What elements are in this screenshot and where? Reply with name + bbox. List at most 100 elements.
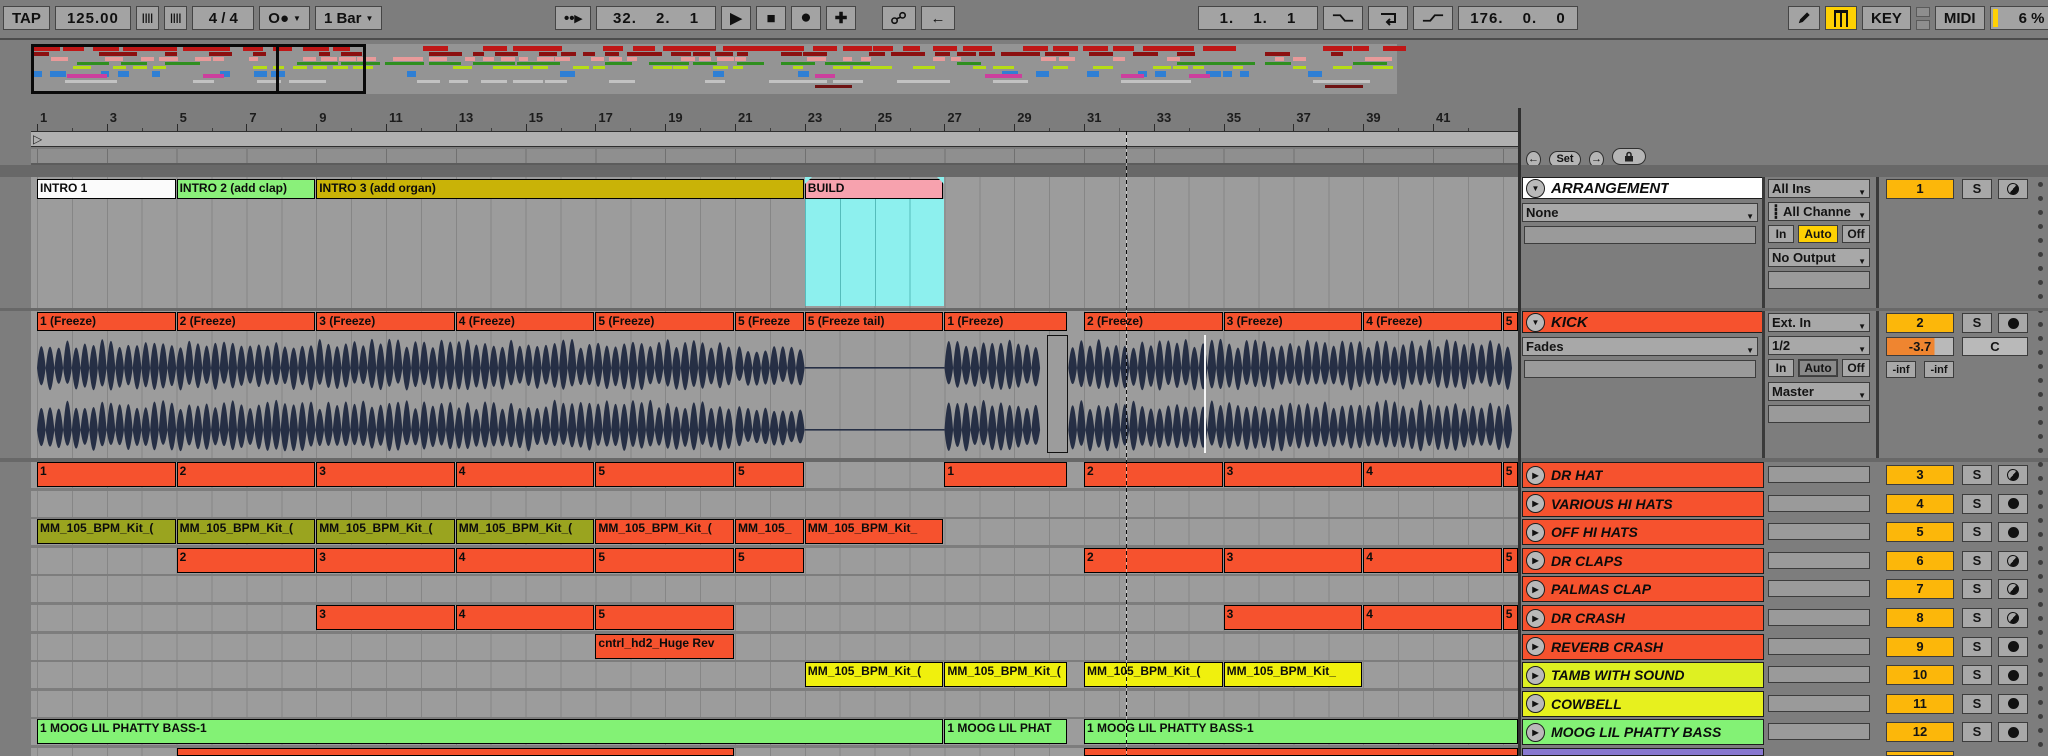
track-lane-off-hi-hats[interactable]: MM_105_BPM_Kit_(MM_105_BPM_Kit_(MM_105_B… <box>31 519 1518 546</box>
clip[interactable]: 3 <box>316 605 455 630</box>
clip[interactable]: BUILD <box>804 179 944 199</box>
arm-button[interactable] <box>1998 550 2028 571</box>
track-lane-various-hi-hats[interactable] <box>31 490 1518 517</box>
nudge-up-button[interactable]: |||| <box>164 6 188 30</box>
track-number[interactable]: 4 <box>1886 493 1954 514</box>
solo-button[interactable]: S <box>1962 722 1992 743</box>
selection-handle-left[interactable] <box>804 177 812 184</box>
track-number[interactable]: 10 <box>1886 665 1954 686</box>
monitor-auto-button[interactable]: Auto <box>1798 225 1838 243</box>
output-type-chooser[interactable]: No Output ▼ <box>1768 248 1870 267</box>
follow-button[interactable]: ••▸ <box>555 6 592 30</box>
track-number[interactable]: 3 <box>1886 465 1954 485</box>
track-number[interactable]: 2 <box>1886 313 1954 333</box>
track-name-palmas-clap[interactable]: ▶ PALMAS CLAP <box>1522 576 1764 603</box>
clip[interactable]: 5 <box>1502 605 1518 630</box>
clip[interactable]: 5 (Freeze tail) <box>804 312 944 331</box>
overview-view-box[interactable] <box>31 44 279 94</box>
track-name-tamb-with-sound[interactable]: ▶ TAMB WITH SOUND <box>1522 662 1764 689</box>
playhead[interactable] <box>1126 131 1127 756</box>
track-name-kick[interactable]: ▼ KICK <box>1522 311 1764 333</box>
resize-dot[interactable] <box>2038 210 2043 215</box>
monitor-auto-button[interactable]: Auto <box>1798 359 1838 377</box>
fold-right-icon[interactable]: ▶ <box>1526 665 1545 685</box>
pan-field[interactable]: C <box>1962 337 2028 356</box>
clip[interactable]: 5 <box>595 462 734 487</box>
clip[interactable]: 2 <box>176 547 316 573</box>
clip[interactable]: 5 <box>1502 547 1518 573</box>
resize-dot[interactable] <box>2038 616 2043 621</box>
resize-dot[interactable] <box>2038 560 2043 565</box>
clip[interactable]: MM_105_BPM_Kit_ <box>804 519 944 545</box>
track-number[interactable]: 8 <box>1886 608 1954 628</box>
output-type-chooser[interactable]: Master ▼ <box>1768 382 1870 401</box>
clip[interactable]: 1 <box>944 462 1068 487</box>
resize-dot[interactable] <box>2038 294 2043 299</box>
clip[interactable]: MM_105_ <box>735 519 804 545</box>
clip[interactable]: 4 <box>1363 547 1502 573</box>
overview-view-box-2[interactable] <box>276 44 366 94</box>
solo-button[interactable]: S <box>1962 636 1992 657</box>
clip[interactable]: MM_105_BPM_Kit_( <box>176 519 316 545</box>
fold-right-icon[interactable]: ▶ <box>1526 694 1545 714</box>
arm-button[interactable] <box>1998 636 2028 657</box>
tap-tempo-button[interactable]: TAP <box>3 6 50 30</box>
resize-dot[interactable] <box>2038 518 2043 523</box>
clip[interactable]: MM_105_BPM_Kit_( <box>944 662 1068 688</box>
clip[interactable]: 4 <box>455 605 595 630</box>
quantization-menu[interactable]: 1 Bar ▼ <box>314 6 383 30</box>
track-number[interactable]: 5 <box>1886 522 1954 543</box>
clip[interactable]: 3 <box>316 547 455 573</box>
clip[interactable]: 4 <box>1363 462 1502 487</box>
punch-out-button[interactable] <box>1413 6 1453 30</box>
track-name-various-hi-hats[interactable]: ▶ VARIOUS HI HATS <box>1522 490 1764 517</box>
resize-dot[interactable] <box>2038 672 2043 677</box>
clip[interactable]: INTRO 2 (add clap) <box>176 179 316 199</box>
clip[interactable]: cntrl_hd2_Huge Rev <box>595 633 734 659</box>
metronome-button[interactable]: O● ▼ <box>259 6 310 30</box>
arrangement-start-marker[interactable]: ▷ <box>33 132 42 146</box>
arm-button[interactable] <box>1998 665 2028 686</box>
arm-button[interactable] <box>1998 179 2028 199</box>
resize-dot[interactable] <box>2038 588 2043 593</box>
clip[interactable]: 2 (Freeze) <box>1084 312 1223 331</box>
fold-right-icon[interactable]: ▶ <box>1526 637 1545 657</box>
clip[interactable]: 2 <box>176 462 316 487</box>
track-name-moog-lil-phatty-bass[interactable]: ▶ MOOG LIL PHATTY BASS <box>1522 719 1764 746</box>
solo-button[interactable]: S <box>1962 693 1992 714</box>
solo-button[interactable]: S <box>1962 608 1992 628</box>
resize-dot[interactable] <box>2038 462 2043 467</box>
arm-button[interactable] <box>1998 493 2028 514</box>
monitor-off-button[interactable]: Off <box>1842 359 1870 377</box>
resize-dot[interactable] <box>2038 742 2043 747</box>
resize-dot[interactable] <box>2038 714 2043 719</box>
resize-dot[interactable] <box>2038 504 2043 509</box>
track-lane-kick[interactable]: 1 (Freeze) 2 (Freeze) 3 (Freeze) 4 (Freeze)… <box>31 311 1518 458</box>
monitor-in-button[interactable]: In <box>1768 225 1794 243</box>
fold-right-icon[interactable]: ▶ <box>1526 494 1545 514</box>
resize-dot[interactable] <box>2038 252 2043 257</box>
solo-button[interactable]: S <box>1962 179 1992 199</box>
device-chooser[interactable]: None ▼ <box>1522 203 1758 222</box>
solo-button[interactable]: S <box>1962 313 1992 333</box>
track-name-reverb-crash[interactable]: ▶ REVERB CRASH <box>1522 633 1764 660</box>
clip[interactable]: 1 (Freeze) <box>37 312 176 331</box>
clip[interactable]: 1 MOOG LIL PHATTY BASS-1 <box>37 719 944 745</box>
resize-dot[interactable] <box>2038 364 2043 369</box>
time-selection[interactable] <box>804 199 945 306</box>
resize-dot[interactable] <box>2038 574 2043 579</box>
clip[interactable]: MM_105_BPM_Kit_( <box>1084 662 1223 688</box>
scrub-area[interactable]: ▷ <box>31 131 1518 147</box>
fold-right-icon[interactable]: ▶ <box>1526 722 1545 742</box>
resize-dot[interactable] <box>2038 728 2043 733</box>
play-button[interactable]: ▶ <box>721 6 752 30</box>
input-type-chooser[interactable]: Ext. In ▼ <box>1768 313 1870 332</box>
fold-right-icon[interactable]: ▶ <box>1526 465 1545 485</box>
loop-region-strip[interactable] <box>31 149 1518 165</box>
clip[interactable]: 1 MOOG LIL PHATTY BASS-1 <box>1084 719 1518 745</box>
resize-dot[interactable] <box>2038 224 2043 229</box>
clip[interactable]: 1 (Freeze) <box>944 312 1068 331</box>
resize-dot[interactable] <box>2038 630 2043 635</box>
track-lane-13[interactable] <box>31 748 1518 756</box>
clip[interactable]: 3 <box>1223 547 1363 573</box>
